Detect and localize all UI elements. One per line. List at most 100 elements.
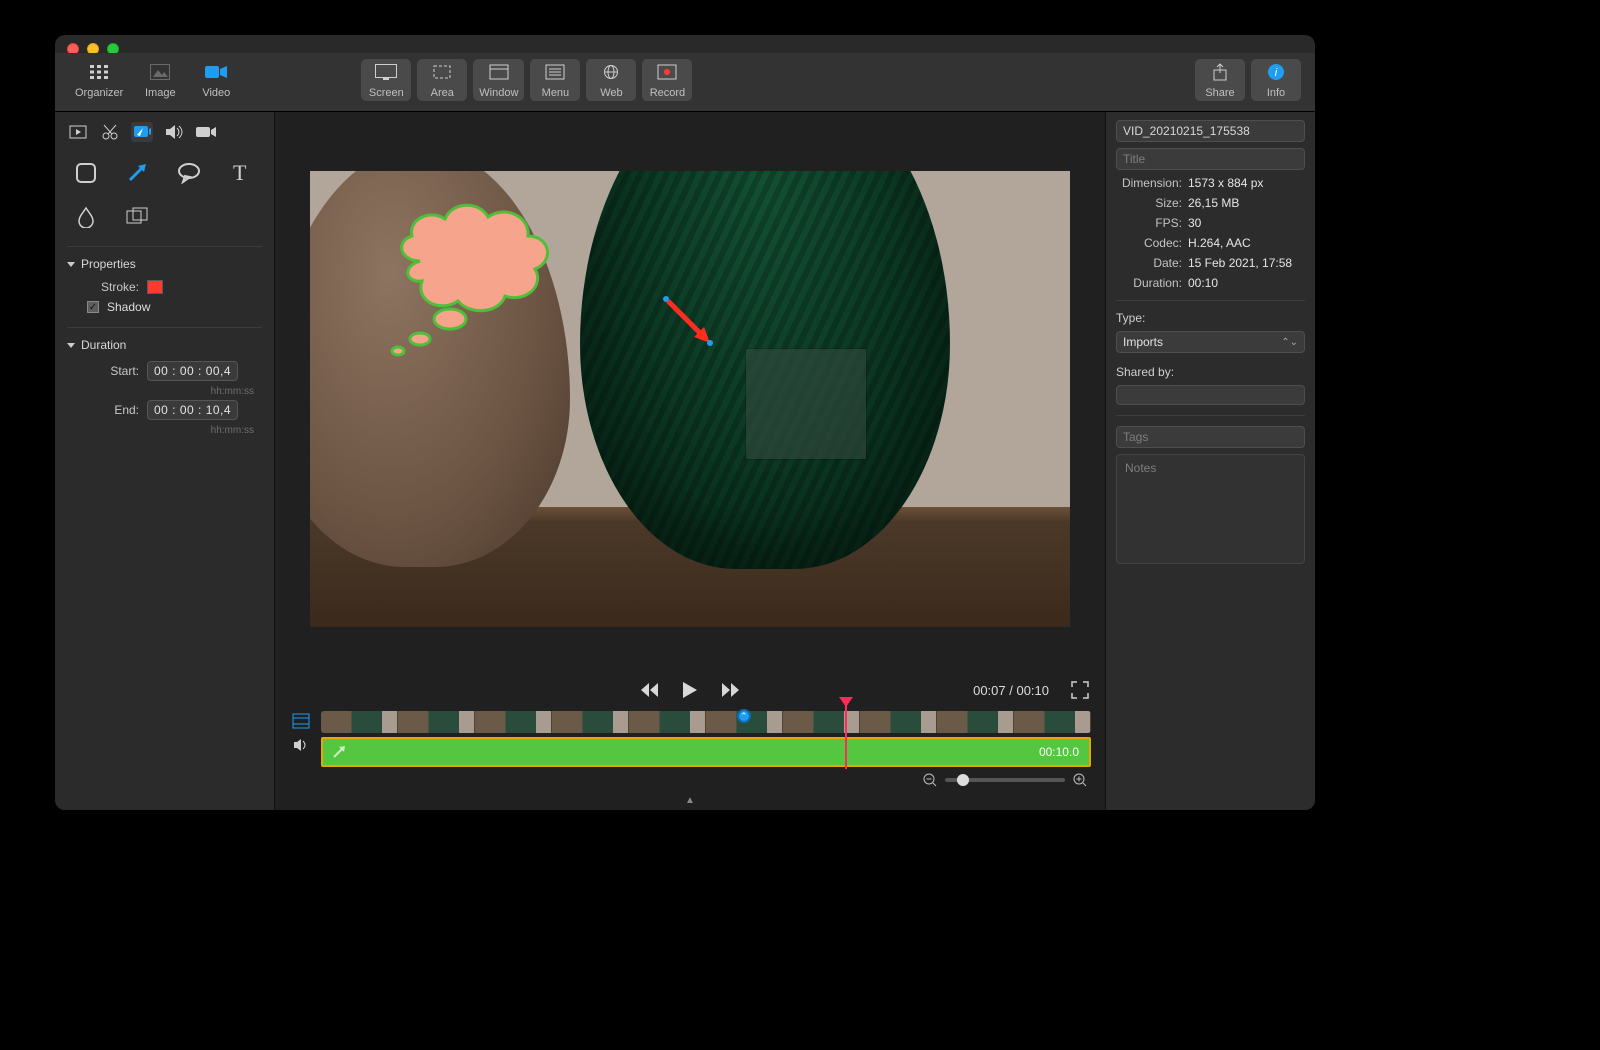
start-row: Start: 00 : 00 : 00,4 [63, 358, 266, 384]
menu-icon [544, 63, 566, 81]
canvas-wrap [275, 112, 1105, 665]
annotation-clip[interactable]: 00:10.0 [321, 737, 1091, 767]
capture-area-label: Area [431, 87, 454, 99]
duration-value: 00:10 [1188, 276, 1305, 290]
title-field[interactable]: Title [1116, 148, 1305, 170]
codec-value: H.264, AAC [1188, 236, 1305, 250]
mode-group: Organizer Image Video [69, 59, 241, 101]
share-button[interactable]: Share [1195, 59, 1245, 101]
shared-by-field[interactable] [1116, 385, 1305, 405]
capture-screen-label: Screen [369, 87, 404, 99]
arrow-tool[interactable] [124, 160, 150, 186]
zoom-in-icon[interactable] [1073, 773, 1087, 787]
edit-mode-row [63, 118, 266, 152]
timeline-area: ⌃ 00:10.0 [275, 711, 1105, 793]
capture-screen-button[interactable]: Screen [361, 59, 411, 101]
video-label: Video [202, 87, 230, 99]
capture-window-label: Window [479, 87, 518, 99]
next-frame-button[interactable] [719, 679, 741, 701]
capture-window-button[interactable]: Window [473, 59, 524, 101]
duration-header[interactable]: Duration [63, 336, 266, 358]
playhead[interactable] [845, 705, 847, 769]
capture-record-button[interactable]: Record [642, 59, 692, 101]
capture-web-button[interactable]: Web [586, 59, 636, 101]
fps-label: FPS: [1116, 216, 1182, 230]
content-row: T Properties Stroke: ✓ Shadow Du [55, 112, 1315, 810]
shape-tool[interactable] [73, 160, 99, 186]
timeline-marker[interactable]: ⌃ [737, 709, 751, 723]
camera-icon[interactable] [195, 122, 217, 142]
info-button[interactable]: i Info [1251, 59, 1301, 101]
video-track-icon[interactable] [292, 713, 310, 729]
prev-frame-button[interactable] [639, 679, 661, 701]
shadow-row[interactable]: ✓ Shadow [63, 297, 266, 317]
audio-track-icon[interactable] [292, 737, 310, 753]
trim-icon[interactable] [67, 122, 89, 142]
video-mode-button[interactable]: Video [191, 59, 241, 101]
type-label: Type: [1116, 311, 1305, 325]
capture-menu-label: Menu [542, 87, 570, 99]
size-label: Size: [1116, 196, 1182, 210]
timeline-body[interactable]: ⌃ 00:10.0 [321, 711, 1091, 767]
annotate-icon[interactable] [131, 122, 153, 142]
end-hint: hh:mm:ss [63, 425, 266, 436]
shadow-label: Shadow [107, 300, 150, 314]
zoom-knob[interactable] [957, 774, 969, 786]
text-tool[interactable]: T [227, 160, 253, 186]
time-readout: 00:07 / 00:10 [973, 683, 1049, 698]
clip-duration-label: 00:10.0 [1039, 745, 1079, 759]
shadow-checkbox[interactable]: ✓ [87, 301, 99, 313]
type-value: Imports [1123, 335, 1163, 349]
blur-tool[interactable] [73, 204, 99, 230]
app-window: Organizer Image Video Screen [55, 35, 1315, 810]
capture-group: Screen Area Window Menu Web Record [361, 59, 692, 101]
video-canvas[interactable] [310, 171, 1070, 627]
audio-icon[interactable] [163, 122, 185, 142]
right-group: Share i Info [1195, 59, 1301, 101]
info-panel: VID_20210215_175538 Title Dimension:1573… [1105, 112, 1315, 810]
web-icon [600, 63, 622, 81]
image-overlay-tool[interactable] [124, 204, 150, 230]
capture-area-button[interactable]: Area [417, 59, 467, 101]
scene-vase-brown [310, 171, 570, 567]
start-time-input[interactable]: 00 : 00 : 00,4 [147, 361, 238, 381]
codec-label: Codec: [1116, 236, 1182, 250]
end-time-input[interactable]: 00 : 00 : 10,4 [147, 400, 238, 420]
play-button[interactable] [679, 679, 701, 701]
duration-label: Duration: [1116, 276, 1182, 290]
callout-tool[interactable] [176, 160, 202, 186]
type-select[interactable]: Imports ⌃⌄ [1116, 331, 1305, 353]
info-icon: i [1265, 63, 1287, 81]
window-icon [488, 63, 510, 81]
start-label: Start: [69, 364, 139, 378]
notes-field[interactable]: Notes [1116, 454, 1305, 564]
notes-placeholder: Notes [1117, 455, 1304, 481]
video-icon [205, 63, 227, 81]
tags-field[interactable]: Tags [1116, 426, 1305, 448]
panel-resize-handle[interactable]: ▲ [275, 793, 1105, 810]
image-mode-button[interactable]: Image [135, 59, 185, 101]
stroke-color-swatch[interactable] [147, 280, 163, 294]
zoom-out-icon[interactable] [923, 773, 937, 787]
share-label: Share [1205, 87, 1234, 99]
blur-annotation[interactable] [746, 349, 866, 459]
filename-field[interactable]: VID_20210215_175538 [1116, 120, 1305, 142]
cut-icon[interactable] [99, 122, 121, 142]
properties-title: Properties [81, 257, 136, 271]
titlebar [55, 35, 1315, 53]
timeline-track-icons [289, 711, 313, 767]
properties-header[interactable]: Properties [63, 255, 266, 277]
organizer-mode-button[interactable]: Organizer [69, 59, 129, 101]
duration-title: Duration [81, 338, 126, 352]
fps-value: 30 [1188, 216, 1305, 230]
capture-menu-button[interactable]: Menu [530, 59, 580, 101]
fullscreen-button[interactable] [1071, 681, 1089, 699]
grid-icon [88, 63, 110, 81]
timeline-zoom [289, 767, 1091, 787]
thumbnail-strip[interactable] [321, 711, 1091, 733]
stroke-label: Stroke: [69, 280, 139, 294]
image-label: Image [145, 87, 176, 99]
zoom-slider[interactable] [945, 778, 1065, 782]
share-icon [1209, 63, 1231, 81]
select-chevron-icon: ⌃⌄ [1281, 337, 1298, 348]
